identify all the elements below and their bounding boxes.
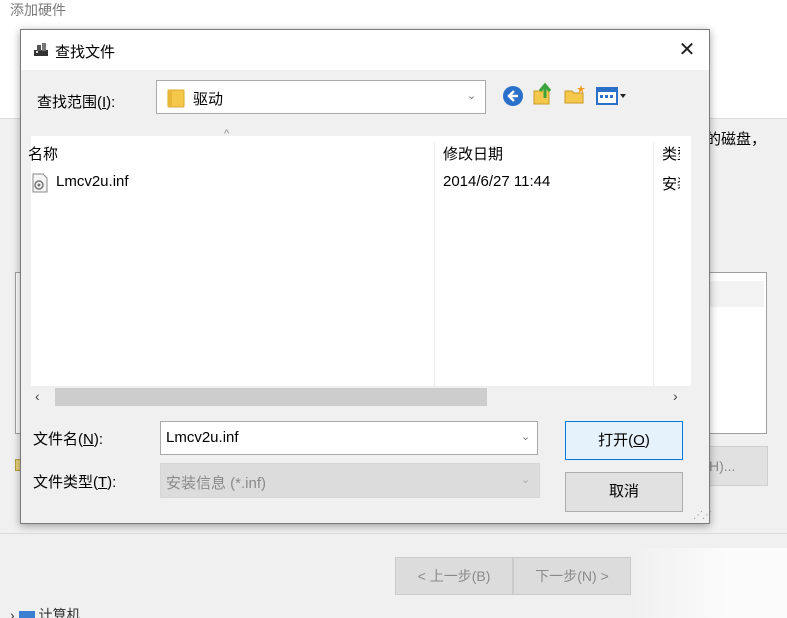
- scroll-right-icon[interactable]: ›: [673, 388, 678, 404]
- computer-icon: [18, 611, 35, 618]
- view-menu-icon[interactable]: [595, 84, 629, 108]
- look-in-dropdown[interactable]: 驱动 ⌄: [156, 80, 486, 114]
- look-in-label: 查找范围(I):: [37, 94, 116, 111]
- look-in-value: 驱动: [193, 91, 224, 108]
- new-folder-icon[interactable]: [563, 83, 587, 107]
- file-type-value: 安装信息 (*.inf): [166, 475, 267, 492]
- file-type-label: 文件类型(T):: [33, 474, 117, 491]
- file-type-dropdown[interactable]: 安装信息 (*.inf) ⌄: [160, 463, 540, 498]
- file-row-type: 安装信息: [662, 176, 680, 193]
- open-button[interactable]: 打开(O): [565, 421, 683, 460]
- column-header-date[interactable]: 修改日期: [443, 143, 503, 164]
- column-separator[interactable]: [653, 142, 654, 394]
- wizard-list-selection[interactable]: [708, 281, 764, 307]
- file-list[interactable]: [31, 136, 691, 408]
- sort-ascending-icon: ^: [224, 128, 230, 140]
- wizard-back-button[interactable]: < 上一步(B): [395, 557, 513, 595]
- resize-grip-icon[interactable]: ⋰⋰: [693, 510, 712, 521]
- file-name-label: 文件名(N):: [33, 431, 104, 448]
- back-arrow-icon[interactable]: [501, 84, 525, 108]
- chevron-down-icon[interactable]: ⌄: [521, 430, 530, 443]
- inf-file-icon[interactable]: [31, 173, 49, 193]
- have-disk-button[interactable]: H)...: [706, 446, 768, 486]
- wizard-next-button[interactable]: 下一步(N) >: [513, 557, 631, 595]
- cancel-button[interactable]: 取消: [565, 472, 683, 512]
- file-row-name[interactable]: Lmcv2u.inf: [56, 173, 129, 190]
- tree-item-computer[interactable]: › 计算机: [10, 604, 80, 618]
- dialog-titlebar[interactable]: 查找文件 ✕: [21, 30, 709, 70]
- wizard-bottom-divider: [0, 533, 787, 534]
- dialog-title: 查找文件: [55, 44, 116, 61]
- find-file-icon: [33, 41, 49, 57]
- wizard-obscured-area: [632, 548, 787, 618]
- horizontal-scrollbar[interactable]: ‹ ›: [31, 386, 691, 408]
- wizard-instruction-text: 的磁盘，: [706, 131, 767, 148]
- scrollbar-thumb[interactable]: [55, 388, 487, 406]
- up-folder-icon[interactable]: [531, 82, 555, 106]
- scroll-left-icon[interactable]: ‹: [35, 388, 40, 404]
- wizard-title: 添加硬件: [10, 2, 66, 18]
- tree-item-label: 计算机: [38, 607, 81, 618]
- find-file-dialog: 查找文件 ✕ 查找范围(I): 驱动 ⌄ ^ 名称 修改日期 类 Lmcv2u.…: [20, 29, 712, 524]
- close-icon[interactable]: ✕: [673, 36, 701, 64]
- file-name-value[interactable]: Lmcv2u.inf: [166, 429, 239, 446]
- chevron-down-icon: ⌄: [521, 474, 531, 486]
- column-header-name[interactable]: 名称: [28, 143, 58, 164]
- column-separator[interactable]: [434, 142, 435, 394]
- file-row-date: 2014/6/27 11:44: [443, 173, 551, 190]
- file-name-input[interactable]: Lmcv2u.inf ⌄: [160, 421, 538, 455]
- folder-icon: [167, 88, 185, 108]
- column-header-type[interactable]: 类型: [662, 143, 680, 164]
- chevron-down-icon[interactable]: ⌄: [467, 89, 476, 102]
